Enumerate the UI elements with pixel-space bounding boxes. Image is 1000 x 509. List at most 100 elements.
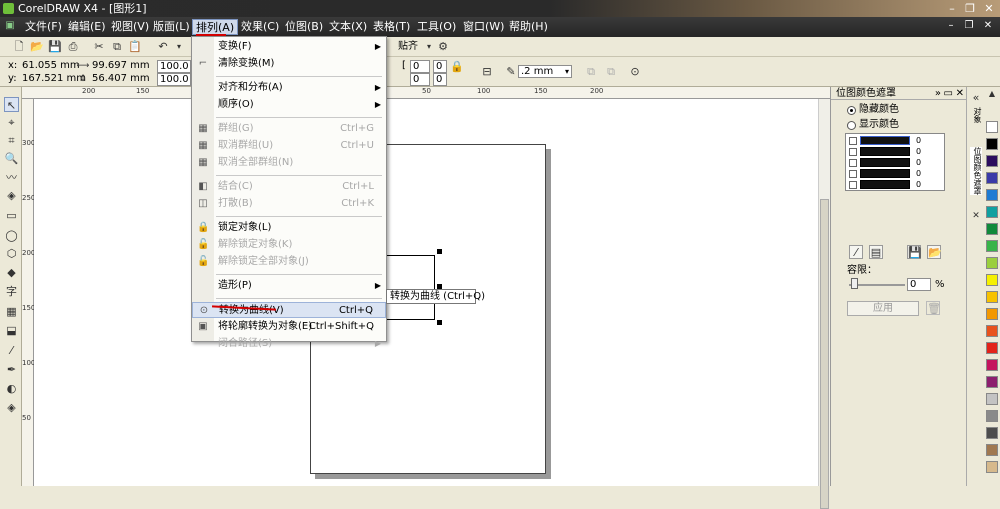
- menu-item[interactable]: 顺序(O) ▶: [192, 97, 386, 113]
- color-row[interactable]: 0: [849, 136, 945, 146]
- palette-color-swatch[interactable]: [986, 189, 998, 201]
- tab-bitmap-color-mask[interactable]: 位图颜色遮罩: [970, 147, 982, 195]
- corner-radius-2[interactable]: 0: [410, 73, 430, 86]
- cut-icon[interactable]: ✂: [92, 40, 106, 54]
- corner-radius-4[interactable]: 0: [433, 73, 447, 86]
- open-mask-icon[interactable]: 📂: [927, 245, 942, 259]
- collapse-icon[interactable]: »: [935, 87, 941, 100]
- tolerance-input[interactable]: 0: [907, 278, 931, 291]
- menu-help[interactable]: 帮助(H): [506, 19, 551, 35]
- tolerance-cell[interactable]: 0: [915, 169, 929, 178]
- to-back-icon[interactable]: ⧉: [604, 65, 618, 79]
- tab-close-icon[interactable]: ✕: [969, 209, 983, 223]
- menu-table[interactable]: 表格(T): [370, 19, 413, 35]
- menu-item[interactable]: ▦ 群组(G) Ctrl+G: [192, 121, 386, 137]
- color-swatch[interactable]: [860, 136, 910, 145]
- selection-handle[interactable]: [437, 320, 442, 325]
- color-row[interactable]: 0: [849, 158, 945, 168]
- menu-edit[interactable]: 编辑(E): [65, 19, 109, 35]
- lock-object-item[interactable]: 🔒 锁定对象(L): [192, 220, 386, 236]
- copy-icon[interactable]: ⧉: [110, 40, 124, 54]
- print-icon[interactable]: ⎙: [66, 40, 80, 54]
- save-mask-icon[interactable]: 💾: [907, 245, 922, 259]
- vertical-scrollbar[interactable]: [818, 99, 830, 509]
- polygon-tool-icon[interactable]: ⬡: [4, 246, 19, 261]
- menu-item[interactable]: 闭合路径(S) ▶: [192, 336, 386, 352]
- palette-color-swatch[interactable]: [986, 223, 998, 235]
- rectangle-tool-icon[interactable]: ▭: [4, 208, 19, 223]
- height-field[interactable]: 56.407 mm: [92, 73, 150, 85]
- convert-to-curves-item[interactable]: ⊙ 转换为曲线(V) Ctrl+Q: [192, 302, 386, 318]
- color-picker-icon[interactable]: ⁄: [849, 245, 863, 259]
- basic-shapes-icon[interactable]: ◆: [4, 265, 19, 280]
- tolerance-cell[interactable]: 0: [915, 158, 929, 167]
- menu-tools[interactable]: 工具(O): [414, 19, 459, 35]
- tolerance-cell[interactable]: 0: [915, 147, 929, 156]
- tolerance-cell[interactable]: 0: [915, 136, 929, 145]
- fill-tool-icon[interactable]: ◐: [4, 381, 19, 396]
- color-checkbox[interactable]: [849, 170, 857, 178]
- palette-color-swatch[interactable]: [986, 410, 998, 422]
- color-row[interactable]: 0: [849, 169, 945, 179]
- palette-color-swatch[interactable]: [986, 257, 998, 269]
- palette-color-swatch[interactable]: [986, 444, 998, 456]
- outline-tool-icon[interactable]: ✒: [4, 362, 19, 377]
- menu-item[interactable]: ▦ 取消群组(U) Ctrl+U: [192, 138, 386, 154]
- snap-dropdown-icon[interactable]: ▾: [422, 40, 436, 54]
- palette-color-swatch[interactable]: [986, 359, 998, 371]
- palette-color-swatch[interactable]: [986, 376, 998, 388]
- slider-thumb[interactable]: [851, 278, 858, 289]
- tolerance-cell[interactable]: 0: [915, 180, 929, 189]
- menu-item[interactable]: 🔓 解除锁定对象(K): [192, 237, 386, 253]
- delete-icon[interactable]: 🗑: [926, 301, 941, 315]
- palette-color-swatch[interactable]: [986, 342, 998, 354]
- scale-x-field[interactable]: 100.0: [157, 60, 191, 73]
- color-row[interactable]: 0: [849, 180, 945, 190]
- menu-item[interactable]: 变换(F) ▶: [192, 39, 386, 55]
- palette-color-swatch[interactable]: [986, 393, 998, 405]
- color-swatch[interactable]: [860, 147, 910, 156]
- edit-color-icon[interactable]: ▤: [869, 245, 883, 259]
- close-button[interactable]: ✕: [981, 2, 997, 15]
- doc-close-button[interactable]: ✕: [981, 19, 995, 33]
- paste-icon[interactable]: 📋: [128, 40, 142, 54]
- menu-file[interactable]: 文件(F): [22, 19, 65, 35]
- open-icon[interactable]: 📂: [30, 40, 44, 54]
- color-checkbox[interactable]: [849, 181, 857, 189]
- palette-color-swatch[interactable]: [986, 155, 998, 167]
- text-tool-icon[interactable]: 字: [4, 284, 19, 299]
- undo-dropdown-icon[interactable]: ▾: [172, 40, 186, 54]
- zoom-tool-icon[interactable]: 🔍: [4, 151, 19, 166]
- width-field[interactable]: 99.697 mm: [92, 60, 150, 72]
- tab-objects[interactable]: 对象: [970, 107, 982, 123]
- palette-color-swatch[interactable]: [986, 427, 998, 439]
- eyedropper-icon[interactable]: ⁄: [4, 343, 19, 358]
- menu-layout[interactable]: 版面(L): [150, 19, 193, 35]
- palette-color-swatch[interactable]: [986, 274, 998, 286]
- doc-restore-button[interactable]: ❐: [962, 19, 976, 33]
- crop-tool-icon[interactable]: ⌗: [4, 133, 19, 148]
- menu-bitmaps[interactable]: 位图(B): [282, 19, 326, 35]
- x-position-field[interactable]: 61.055 mm: [22, 60, 80, 72]
- options-icon[interactable]: ⚙: [436, 40, 450, 54]
- color-swatch[interactable]: [860, 158, 910, 167]
- interactive-fill-icon[interactable]: ◈: [4, 400, 19, 415]
- menu-item[interactable]: ◫ 打散(B) Ctrl+K: [192, 196, 386, 212]
- menu-item[interactable]: ◧ 结合(C) Ctrl+L: [192, 179, 386, 195]
- corner-radius-1[interactable]: 0: [410, 60, 430, 73]
- minimize-button[interactable]: –: [944, 2, 960, 15]
- collapse-tabs-icon[interactable]: «: [969, 91, 983, 105]
- apply-button[interactable]: 应用: [847, 301, 919, 316]
- selection-handle[interactable]: [437, 249, 442, 254]
- ellipse-tool-icon[interactable]: ◯: [4, 228, 19, 243]
- to-front-icon[interactable]: ⧉: [584, 65, 598, 79]
- color-checkbox[interactable]: [849, 137, 857, 145]
- freehand-tool-icon[interactable]: 〰: [4, 170, 19, 185]
- scale-y-field[interactable]: 100.0: [157, 73, 191, 86]
- palette-color-swatch[interactable]: [986, 240, 998, 252]
- color-row[interactable]: 0: [849, 147, 945, 157]
- save-icon[interactable]: 💾: [48, 40, 62, 54]
- menu-window[interactable]: 窗口(W): [460, 19, 507, 35]
- docker-close-icon[interactable]: ✕: [956, 87, 964, 100]
- undo-icon[interactable]: ↶: [156, 40, 170, 54]
